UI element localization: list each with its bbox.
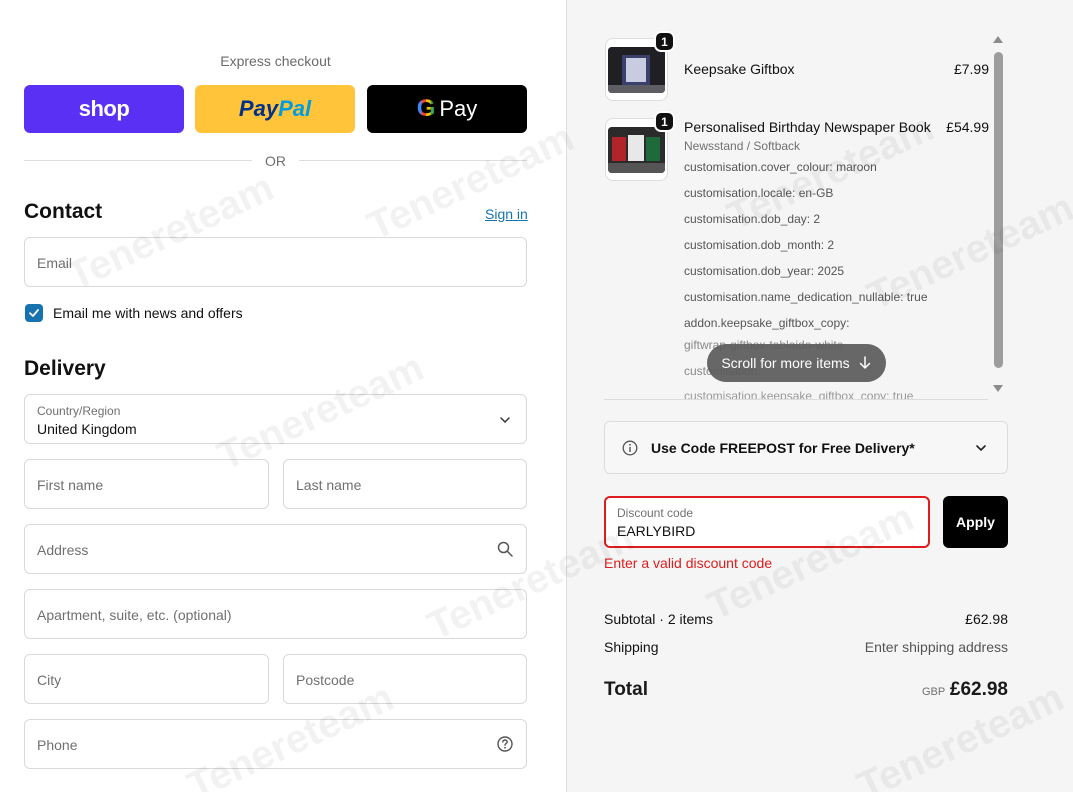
country-select[interactable]: Country/Region United Kingdom	[24, 394, 527, 444]
or-label: OR	[265, 153, 286, 169]
arrow-down-icon	[859, 356, 870, 369]
item-property: customisation.locale: en-GB	[684, 186, 834, 200]
last-name-placeholder: Last name	[296, 477, 362, 493]
discount-code-value: EARLYBIRD	[617, 523, 696, 539]
address-placeholder: Address	[37, 542, 89, 558]
paypal-button[interactable]: Pay Pal	[195, 85, 355, 133]
first-name-field[interactable]: First name	[24, 459, 269, 509]
item-property: customisation.cover_colour: maroon	[684, 160, 877, 174]
scroll-thumb[interactable]	[994, 52, 1003, 368]
scroll-down-arrow-icon[interactable]	[992, 384, 1004, 394]
item-name-giftbox: Keepsake Giftbox	[684, 61, 795, 77]
item-property: customisation.dob_month: 2	[684, 238, 835, 252]
email-placeholder: Email	[37, 255, 73, 271]
item-property: customisation.name_dedication_nullable: …	[684, 290, 928, 304]
newspaper-book-image	[608, 127, 665, 173]
email-field[interactable]: Email	[24, 237, 527, 287]
subtotal-value: £62.98	[965, 611, 1008, 627]
checkout-form-column: Express checkout shop Pay Pal G Pay OR Co…	[0, 0, 566, 792]
help-circle-icon[interactable]	[496, 735, 514, 753]
info-icon	[622, 440, 638, 456]
apply-discount-button[interactable]: Apply	[943, 496, 1008, 548]
shipping-value: Enter shipping address	[864, 639, 1008, 655]
country-label: Country/Region	[37, 404, 121, 418]
item-name-newspaper-book: Personalised Birthday Newspaper Book	[684, 119, 931, 135]
city-placeholder: City	[37, 672, 62, 688]
promo-banner[interactable]: Use Code FREEPOST for Free Delivery*	[604, 421, 1008, 474]
google-pay-label: Pay	[439, 96, 478, 121]
item-price-giftbox: £7.99	[953, 61, 989, 77]
total-label: Total	[604, 679, 648, 700]
apartment-placeholder: Apartment, suite, etc. (optional)	[37, 607, 232, 623]
check-icon	[29, 309, 39, 317]
city-field[interactable]: City	[24, 654, 269, 704]
discount-code-label: Discount code	[617, 506, 694, 520]
item-thumbnail-newspaper-book: 1	[605, 111, 675, 181]
item-property: addon.keepsake_giftbox_copy:	[684, 316, 850, 330]
country-value: United Kingdom	[37, 421, 137, 437]
sign-in-link[interactable]: Sign in	[485, 206, 528, 222]
newsletter-checkbox[interactable]	[25, 304, 43, 322]
shipping-label: Shipping	[604, 639, 659, 655]
items-divider	[604, 399, 988, 400]
phone-placeholder: Phone	[37, 737, 78, 753]
quantity-badge: 1	[654, 31, 675, 52]
total-value: £62.98	[949, 679, 1008, 700]
shop-pay-button[interactable]: shop	[24, 85, 184, 133]
item-property: customisation.dob_day: 2	[684, 212, 821, 226]
scroll-hint-label: Scroll for more items	[721, 355, 850, 371]
search-icon	[497, 541, 513, 557]
scroll-up-arrow-icon[interactable]	[992, 34, 1004, 44]
chevron-down-icon	[976, 445, 986, 452]
chevron-down-icon	[500, 417, 510, 424]
first-name-placeholder: First name	[37, 477, 104, 493]
phone-field[interactable]: Phone	[24, 719, 527, 769]
item-price-newspaper-book: £54.99	[946, 119, 989, 135]
apartment-field[interactable]: Apartment, suite, etc. (optional)	[24, 589, 527, 639]
address-field[interactable]: Address	[24, 524, 527, 574]
total-currency: GBP	[922, 686, 946, 698]
postcode-placeholder: Postcode	[296, 672, 355, 688]
delivery-title: Delivery	[24, 357, 106, 380]
newsletter-label: Email me with news and offers	[53, 305, 243, 321]
quantity-badge: 1	[654, 111, 675, 132]
discount-error-message: Enter a valid discount code	[604, 555, 773, 571]
scroll-more-items-button[interactable]: Scroll for more items	[707, 344, 886, 382]
shop-pay-logo: shop	[78, 96, 130, 121]
item-thumbnail-giftbox: 1	[605, 31, 675, 101]
order-items-scrollbar[interactable]	[992, 34, 1004, 394]
item-variant: Newsstand / Softback	[684, 139, 801, 153]
or-divider: OR	[24, 152, 527, 170]
subtotal-label: Subtotal · 2 items	[604, 611, 713, 627]
paypal-logo-part-1: Pay	[238, 96, 279, 121]
google-pay-button[interactable]: G Pay	[367, 85, 527, 133]
express-checkout-title: Express checkout	[220, 53, 331, 69]
giftbox-image	[608, 47, 665, 93]
paypal-logo-part-2: Pal	[278, 96, 312, 121]
contact-title: Contact	[24, 200, 103, 223]
item-property: customisation.dob_year: 2025	[684, 264, 845, 278]
postcode-field[interactable]: Postcode	[283, 654, 527, 704]
promo-text: Use Code FREEPOST for Free Delivery*	[651, 440, 915, 456]
discount-code-field[interactable]: Discount code EARLYBIRD	[604, 496, 930, 548]
google-g-icon: G	[416, 95, 436, 122]
item-property: customisation.keepsake_giftbox_copy: tru…	[684, 389, 914, 399]
last-name-field[interactable]: Last name	[283, 459, 527, 509]
or-line-right	[299, 160, 527, 161]
